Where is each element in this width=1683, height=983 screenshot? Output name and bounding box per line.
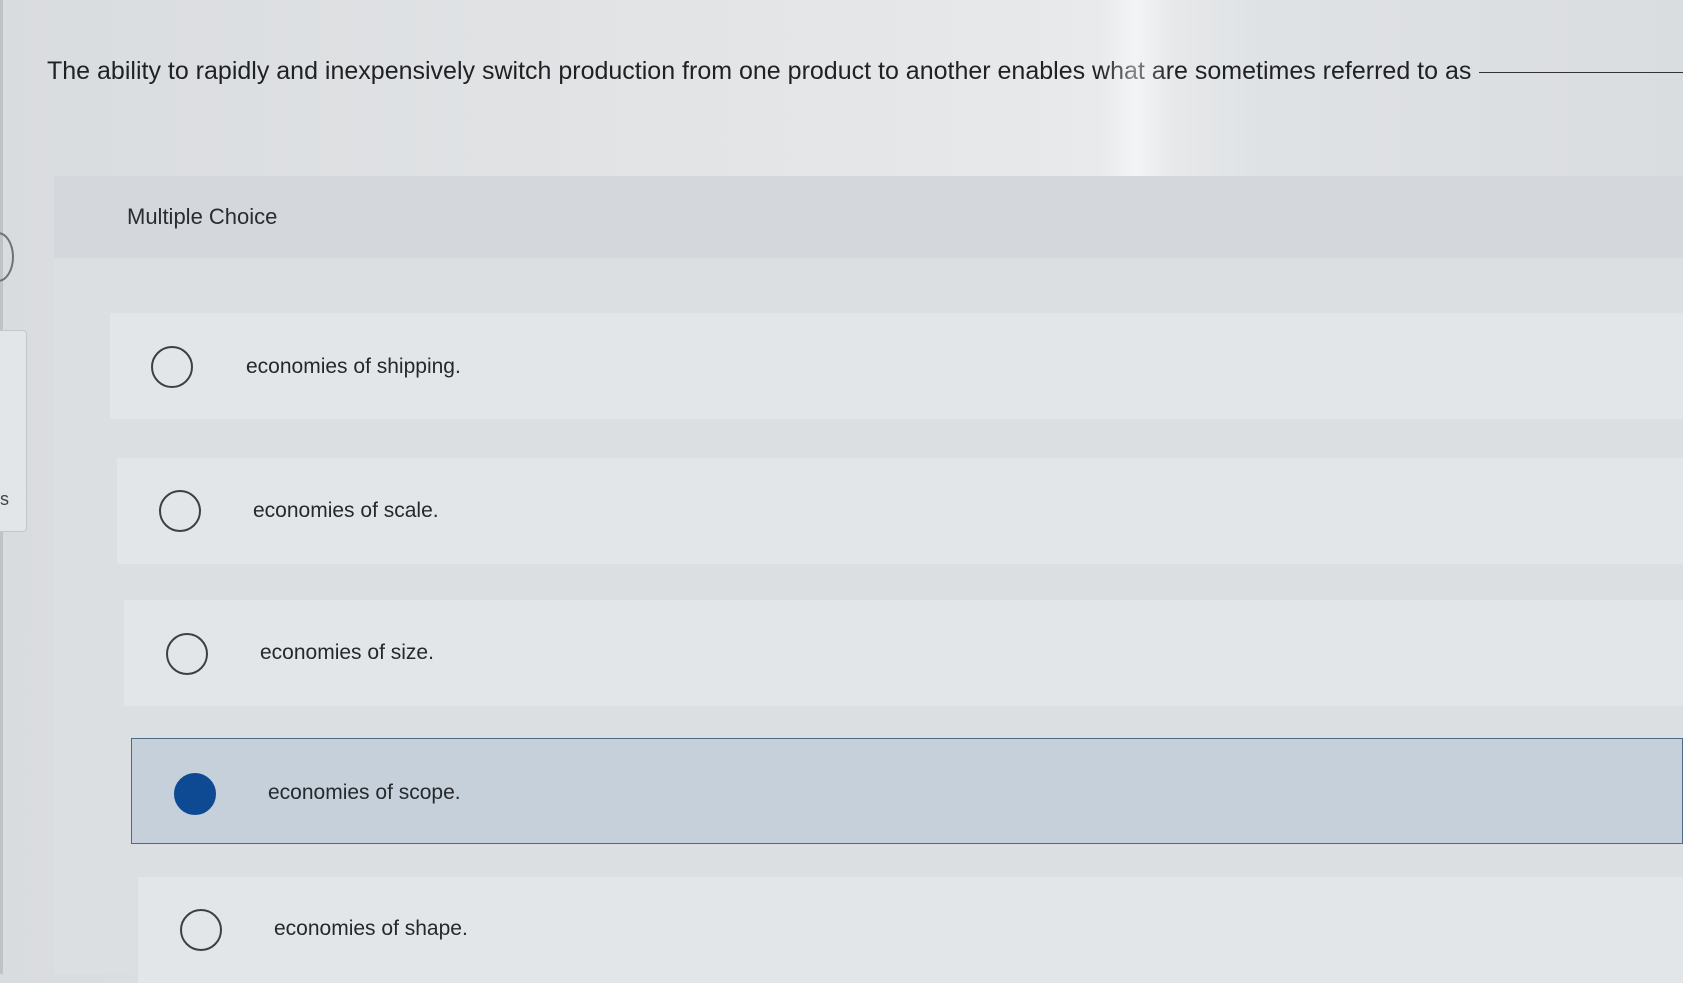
option-shipping[interactable]: economies of shipping. <box>110 313 1683 419</box>
question-text: The ability to rapidly and inexpensively… <box>47 57 1472 85</box>
side-letter: s <box>0 489 9 509</box>
option-label: economies of shipping. <box>246 355 461 378</box>
radio-button-icon[interactable] <box>180 909 222 951</box>
multiple-choice-label: Multiple Choice <box>127 204 278 229</box>
option-scope[interactable]: economies of scope. <box>131 738 1683 844</box>
radio-button-icon[interactable] <box>151 346 193 388</box>
multiple-choice-header: Multiple Choice <box>54 176 1683 258</box>
radio-button-icon[interactable] <box>166 633 208 675</box>
option-size[interactable]: economies of size. <box>124 600 1683 706</box>
option-label: economies of size. <box>260 641 434 664</box>
radio-button-icon[interactable] <box>159 490 201 532</box>
option-shape[interactable]: economies of shape. <box>138 877 1683 983</box>
option-scale[interactable]: economies of scale. <box>117 458 1683 564</box>
answer-blank <box>1479 72 1683 73</box>
question-prompt: The ability to rapidly and inexpensively… <box>47 52 1683 90</box>
option-label: economies of scope. <box>268 781 461 804</box>
side-handle-icon[interactable] <box>0 232 14 282</box>
radio-button-selected-icon[interactable] <box>174 773 216 815</box>
option-label: economies of scale. <box>253 499 439 522</box>
option-label: economies of shape. <box>274 917 468 940</box>
